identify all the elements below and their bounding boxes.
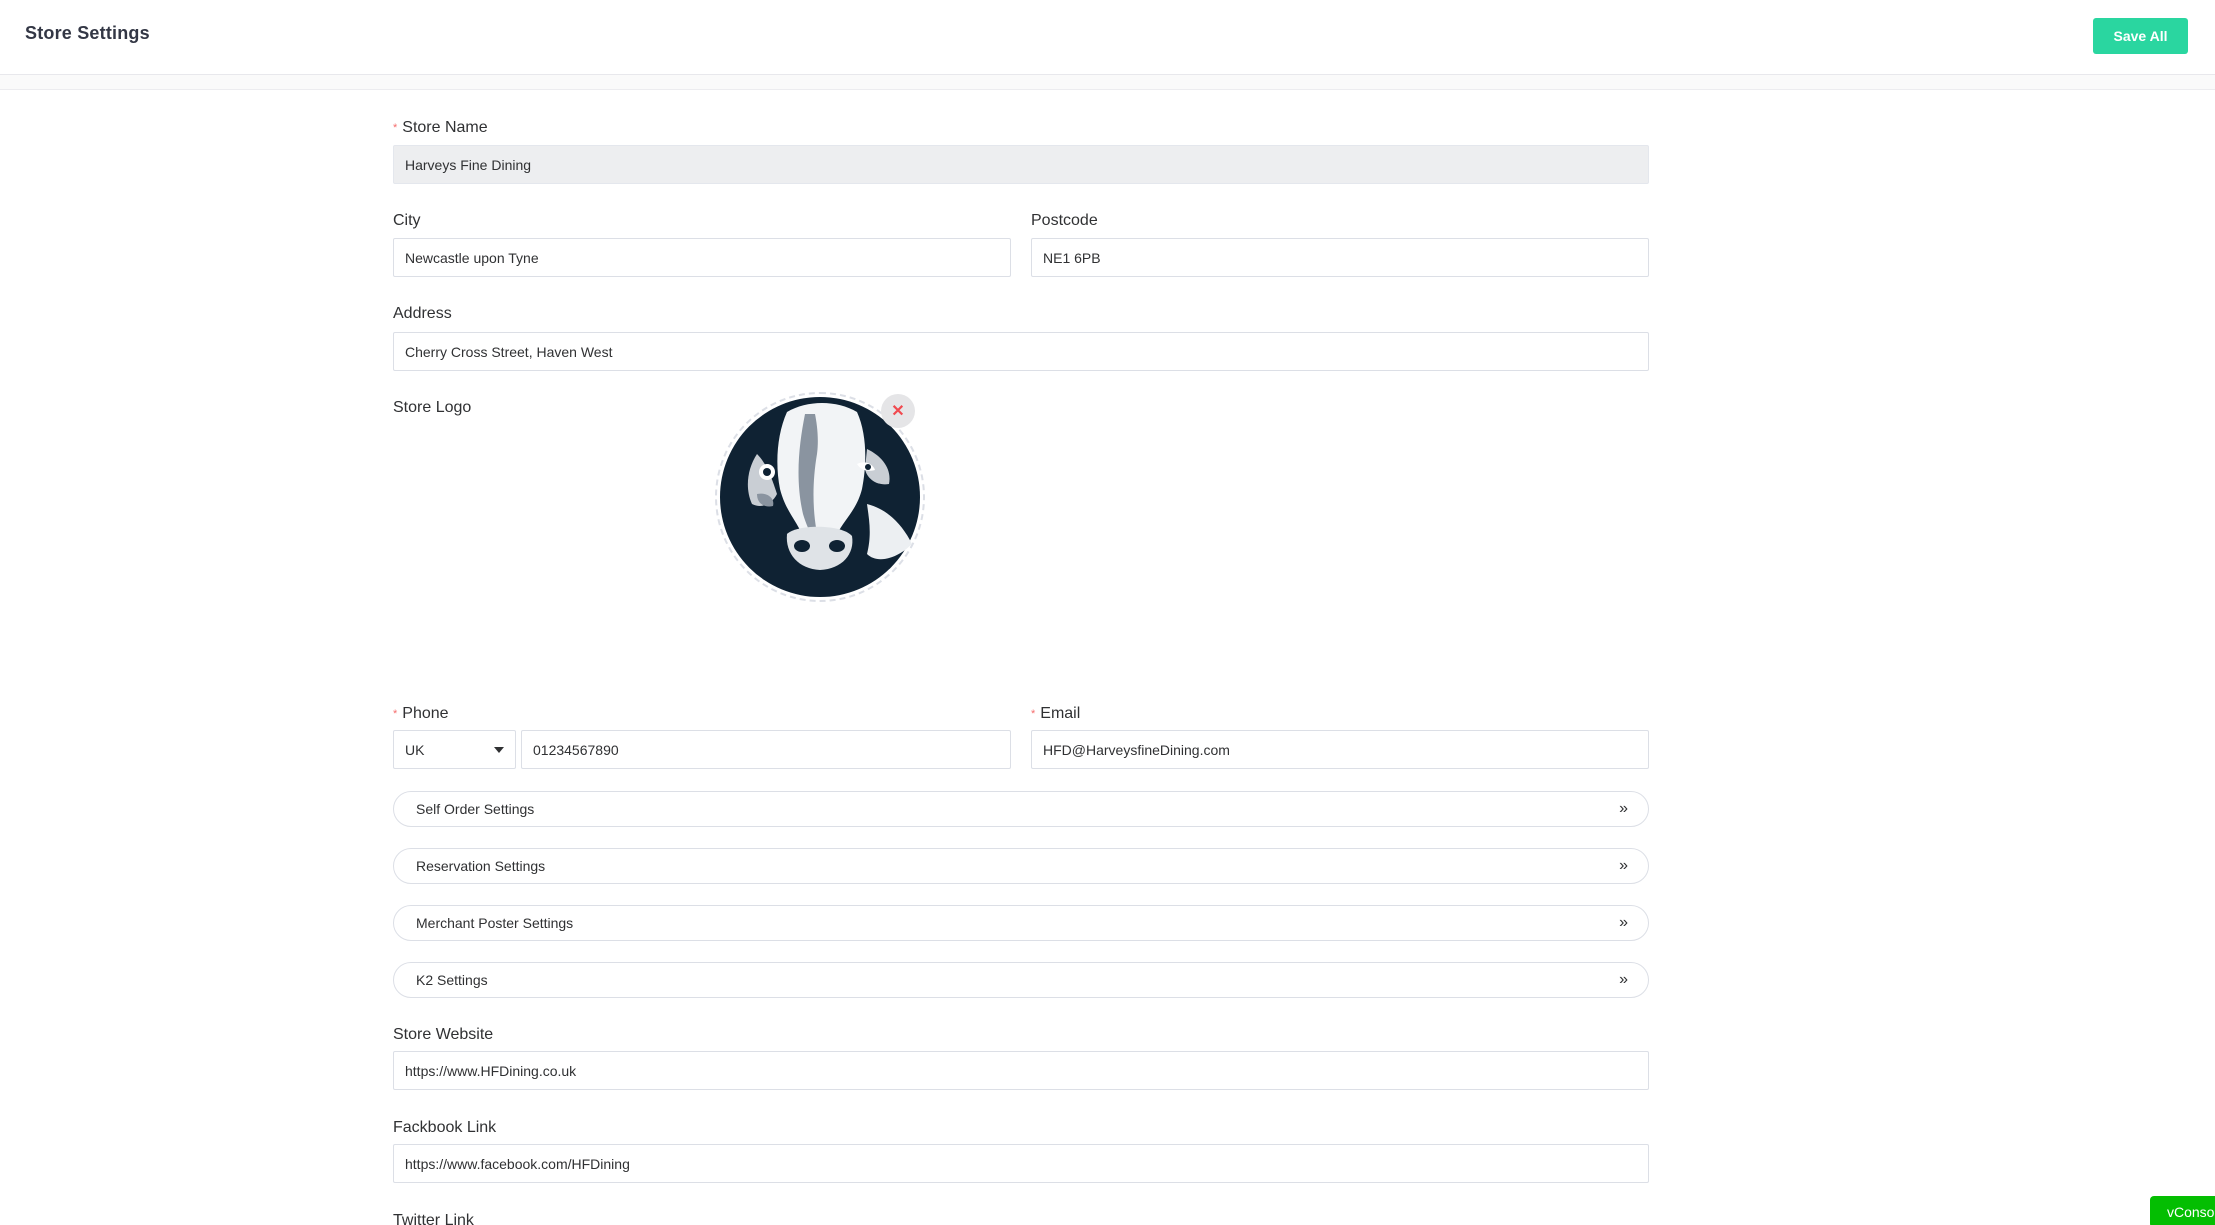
double-chevron-right-icon: » xyxy=(1619,800,1628,817)
address-input[interactable]: Cherry Cross Street, Haven West xyxy=(393,332,1649,371)
store-name-input[interactable]: Harveys Fine Dining xyxy=(393,145,1649,184)
country-select[interactable]: UK xyxy=(393,730,516,769)
email-label: * Email xyxy=(1031,705,1081,722)
self-order-settings-toggle[interactable]: Self Order Settings » xyxy=(393,791,1649,827)
vconsole-button[interactable]: vConsole xyxy=(2150,1196,2215,1225)
postcode-label: Postcode xyxy=(1031,212,1098,229)
close-icon: ✕ xyxy=(891,403,905,420)
twitter-link-label: Twitter Link xyxy=(393,1212,474,1225)
remove-logo-button[interactable]: ✕ xyxy=(881,394,915,428)
phone-input[interactable]: 01234567890 xyxy=(521,730,1011,769)
city-label: City xyxy=(393,212,421,229)
address-label: Address xyxy=(393,305,452,322)
merchant-poster-settings-toggle[interactable]: Merchant Poster Settings » xyxy=(393,905,1649,941)
store-logo-label: Store Logo xyxy=(393,399,472,416)
k2-settings-toggle[interactable]: K2 Settings » xyxy=(393,962,1649,998)
top-bar: Store Settings Save All xyxy=(0,0,2215,75)
double-chevron-right-icon: » xyxy=(1619,971,1628,988)
city-input[interactable]: Newcastle upon Tyne xyxy=(393,238,1011,277)
double-chevron-right-icon: » xyxy=(1619,914,1628,931)
double-chevron-right-icon: » xyxy=(1619,857,1628,874)
required-marker: * xyxy=(393,708,398,720)
facebook-link-input[interactable]: https://www.facebook.com/HFDining xyxy=(393,1144,1649,1183)
page-title: Store Settings xyxy=(25,23,150,43)
email-input[interactable]: HFD@HarveysfineDining.com xyxy=(1031,730,1649,769)
phone-label: * Phone xyxy=(393,705,449,722)
store-name-label: * Store Name xyxy=(393,119,488,136)
header-divider xyxy=(0,75,2215,90)
facebook-link-label: Fackbook Link xyxy=(393,1119,497,1136)
save-all-button[interactable]: Save All xyxy=(2093,18,2188,54)
reservation-settings-toggle[interactable]: Reservation Settings » xyxy=(393,848,1649,884)
logo-uploader[interactable]: ✕ xyxy=(715,392,925,602)
required-marker: * xyxy=(1031,708,1036,720)
caret-down-icon xyxy=(494,746,504,753)
required-marker: * xyxy=(393,122,398,134)
store-website-label: Store Website xyxy=(393,1026,494,1043)
store-website-input[interactable]: https://www.HFDining.co.uk xyxy=(393,1051,1649,1090)
postcode-input[interactable]: NE1 6PB xyxy=(1031,238,1649,277)
